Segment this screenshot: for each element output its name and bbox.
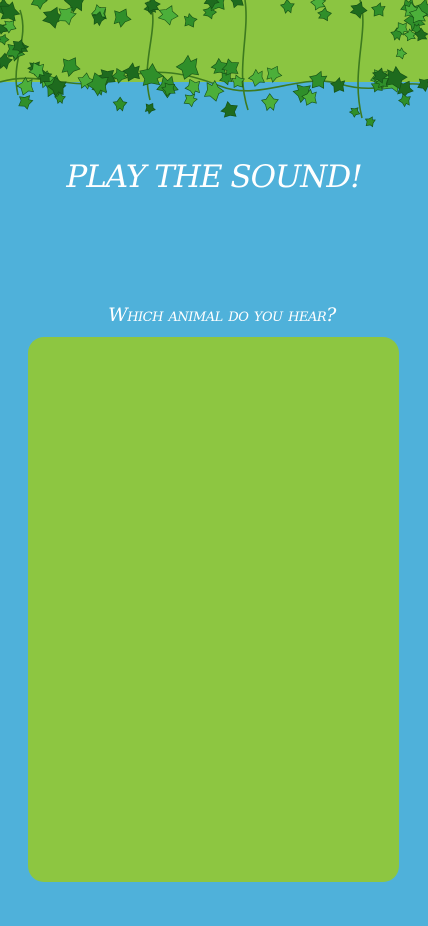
- ivy-leaf: [183, 93, 198, 108]
- ivy-leaf: [364, 116, 376, 128]
- ivy-leaf: [292, 84, 313, 104]
- page-title: PLAY THE SOUND!: [66, 158, 362, 195]
- ivy-leaf: [301, 88, 317, 106]
- ivy-leaf: [18, 95, 34, 110]
- ivy-leaf: [398, 93, 411, 108]
- ivy-leaf: [261, 93, 279, 112]
- ivy-leaf: [144, 102, 156, 115]
- ivy-leaf: [220, 100, 238, 118]
- ivy-leaf: [54, 92, 66, 104]
- ivy-leaf: [348, 107, 361, 118]
- answer-panel[interactable]: [28, 337, 399, 882]
- ivy-leaf: [112, 96, 128, 112]
- ivy-leaf: [161, 82, 176, 97]
- ivy-leaf: [203, 79, 225, 102]
- question-prompt: Which animal do you hear?: [108, 304, 336, 326]
- header-banner: [0, 0, 428, 82]
